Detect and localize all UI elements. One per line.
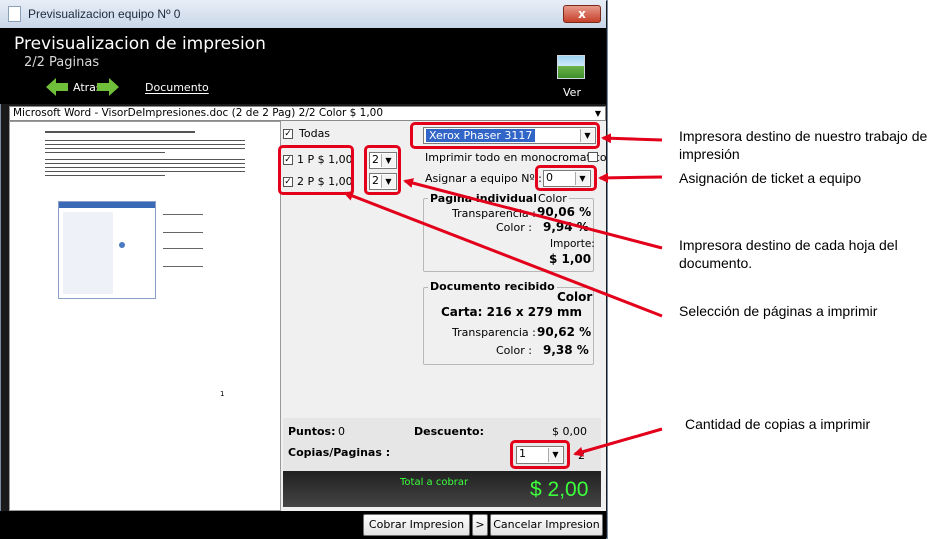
annotation-printer: Impresora destino de nuestro trabajo de … — [679, 128, 928, 162]
annotation-page-printer: Impresora destino de cada hoja del docum… — [679, 237, 898, 271]
annotation-copies: Cantidad de copias a imprimir — [685, 416, 871, 432]
annotation-assign: Asignación de ticket a equipo — [679, 170, 862, 186]
annotation-page-selection: Selección de páginas a imprimir — [679, 303, 878, 319]
